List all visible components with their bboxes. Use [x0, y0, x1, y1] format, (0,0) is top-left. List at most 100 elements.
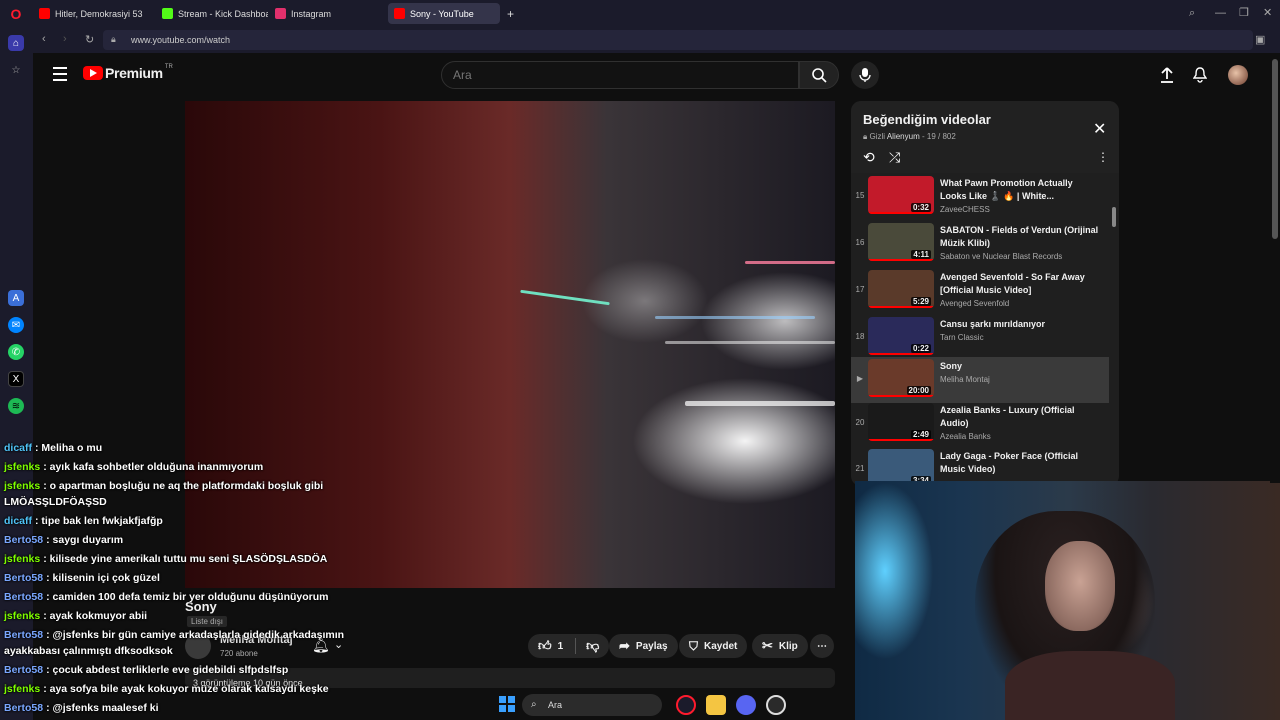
opera-logo-icon[interactable]: O [8, 6, 24, 22]
duration-badge: 4:11 [911, 250, 931, 259]
playlist-item[interactable]: 15 0:32 What Pawn Promotion Actually Looks… [851, 174, 1109, 220]
wallet-icon[interactable]: ▣ [1255, 33, 1265, 46]
playlist-scrollbar[interactable] [1112, 207, 1116, 227]
file-explorer-icon[interactable] [706, 695, 726, 715]
playlist-item[interactable]: ▶ 20:00 Sony Meliha Montaj [851, 357, 1109, 403]
instagram-favicon-icon [275, 8, 286, 19]
spotify-icon[interactable]: ≋ [8, 398, 24, 414]
divider [575, 638, 577, 654]
chat-text: : @jsfenks bir gün camiye arkadaşlarla g… [46, 629, 345, 641]
playlist-item[interactable]: 18 0:22 Cansu şarkı mırıldanıyor Tarn Class… [851, 315, 1109, 361]
playlist-item-title[interactable]: Azealia Banks - Luxury (Official Audio) [940, 404, 1100, 430]
scrollbar-thumb[interactable] [1272, 59, 1278, 239]
playlist-item-title[interactable]: Sony [940, 360, 1100, 373]
like-icon[interactable]: 👍︎ [538, 638, 552, 654]
maximize-icon[interactable]: ❐ [1239, 6, 1249, 19]
playlist-item-thumbnail[interactable]: 0:22 [868, 317, 934, 355]
playlist-item-thumbnail[interactable]: 0:32 [868, 176, 934, 214]
light-streak [665, 341, 835, 344]
page-scrollbar[interactable] [1270, 53, 1280, 483]
watched-progress-bar [868, 353, 934, 355]
chat-message: dicaff: tipe bak len fwkjakfjafğp [4, 515, 163, 528]
account-avatar[interactable] [1228, 65, 1248, 85]
like-count[interactable]: 1 [558, 641, 564, 652]
search-button[interactable] [799, 61, 839, 89]
clip-button[interactable]: ✂ Klip [752, 634, 808, 658]
playlist-item-thumbnail[interactable]: 2:49 [868, 403, 934, 441]
home-icon[interactable]: ⌂ [8, 35, 24, 51]
chat-message: Berto58: @jsfenks bir gün camiye arkadaş… [4, 629, 344, 642]
minimize-icon[interactable]: — [1215, 7, 1226, 19]
chat-username: jsfenks [4, 610, 41, 622]
playlist-item-thumbnail[interactable]: 5:29 [868, 270, 934, 308]
playlist-more-icon[interactable]: ⋮ [1097, 150, 1109, 164]
playlist-item[interactable]: 16 4:11 SABATON - Fields of Verdun (Orijin… [851, 221, 1109, 267]
chat-message: Berto58: saygı duyarım [4, 534, 123, 547]
opera-taskbar-icon[interactable] [676, 695, 696, 715]
tab-hitler[interactable]: Hitler, Demokrasiyi 53 Gü [33, 3, 145, 24]
playlist-item[interactable]: 20 2:49 Azealia Banks - Luxury (Official A… [851, 401, 1109, 447]
playlist-item-title[interactable]: What Pawn Promotion Actually Looks Like … [940, 177, 1100, 203]
tab-label: Instagram [291, 8, 332, 19]
share-button[interactable]: ➦ Paylaş [609, 634, 678, 658]
chat-text: : Meliha o mu [35, 442, 103, 454]
new-tab-button[interactable]: + [504, 3, 518, 24]
share-icon: ➦ [619, 638, 630, 653]
watched-progress-bar [868, 395, 934, 397]
chat-message: Berto58: kilisenin içi çok güzel [4, 572, 160, 585]
playlist-item[interactable]: 17 5:29 Avenged Sevenfold - So Far Away [O… [851, 268, 1109, 314]
messenger-icon[interactable]: ✉ [8, 317, 24, 333]
tab-kick[interactable]: Stream - Kick Dashboard [156, 3, 268, 24]
discord-icon[interactable] [736, 695, 756, 715]
voice-search-button[interactable] [851, 61, 879, 89]
obs-icon[interactable] [766, 695, 786, 715]
taskbar-search[interactable]: ⌕ Ara [522, 694, 662, 716]
playlist-owner[interactable]: Alienyum [887, 132, 920, 141]
tab-sony-youtube[interactable]: Sony - YouTube [388, 3, 500, 24]
close-window-icon[interactable]: ✕ [1263, 6, 1272, 19]
more-actions-button[interactable]: ⋯ [810, 634, 834, 658]
bookmark-icon: ⛉ [689, 638, 699, 653]
lock-icon: 🔒︎ [863, 132, 868, 141]
chat-username: Berto58 [4, 702, 44, 714]
loop-icon[interactable]: ⟲ [863, 149, 875, 166]
upload-button[interactable] [1155, 63, 1179, 87]
tab-instagram[interactable]: Instagram [269, 3, 381, 24]
chat-message: jsfenks: aya sofya bile ayak kokuyor müz… [4, 683, 329, 696]
youtube-premium-logo[interactable]: Premium TR [83, 64, 173, 81]
dislike-icon[interactable]: 👎︎ [582, 638, 609, 654]
notifications-button[interactable] [1188, 63, 1212, 87]
playlist-item-title[interactable]: Avenged Sevenfold - So Far Away [Officia… [940, 271, 1100, 297]
chat-text: : saygı duyarım [46, 534, 124, 546]
shuffle-icon[interactable]: ⤮ [889, 149, 900, 166]
tab-label: Sony - YouTube [410, 8, 474, 19]
playlist-item-index: 21 [855, 464, 865, 473]
reload-icon[interactable]: ↻ [85, 33, 94, 46]
close-icon[interactable]: ✕ [1093, 119, 1106, 139]
x-twitter-icon[interactable]: X [8, 371, 24, 387]
url-field[interactable]: 🔒︎ www.youtube.com/watch [103, 30, 1253, 50]
playlist-item-title[interactable]: Lady Gaga - Poker Face (Official Music V… [940, 450, 1100, 476]
playlist-item-title[interactable]: Cansu şarkı mırıldanıyor [940, 318, 1100, 331]
search-tabs-icon[interactable]: ⌕ [1189, 7, 1195, 20]
playlist-item-thumbnail[interactable]: 4:11 [868, 223, 934, 261]
save-button[interactable]: ⛉ Kaydet [679, 634, 748, 658]
aria-icon[interactable]: A [8, 290, 24, 306]
playlist-title[interactable]: Beğendiğim videolar [863, 112, 991, 127]
bookmarks-icon[interactable]: ☆ [8, 62, 24, 78]
playlist-item-title[interactable]: SABATON - Fields of Verdun (Orijinal Müz… [940, 224, 1100, 250]
playlist-item-thumbnail[interactable]: 20:00 [868, 359, 934, 397]
chat-username: Berto58 [4, 629, 44, 641]
whatsapp-icon[interactable]: ✆ [8, 344, 24, 360]
playlist-item-channel: Meliha Montaj [940, 375, 990, 384]
youtube-favicon-icon [39, 8, 50, 19]
forward-icon[interactable]: › [63, 33, 67, 45]
webcam-overlay [855, 481, 1280, 720]
video-player[interactable] [185, 101, 835, 588]
back-icon[interactable]: ‹ [42, 33, 46, 45]
search-input[interactable] [442, 62, 798, 88]
menu-icon[interactable] [53, 67, 67, 81]
logo-region: TR [164, 64, 173, 70]
chat-message: jsfenks: ayık kafa sohbetler olduğuna in… [4, 461, 263, 474]
windows-start-icon[interactable] [498, 695, 518, 715]
